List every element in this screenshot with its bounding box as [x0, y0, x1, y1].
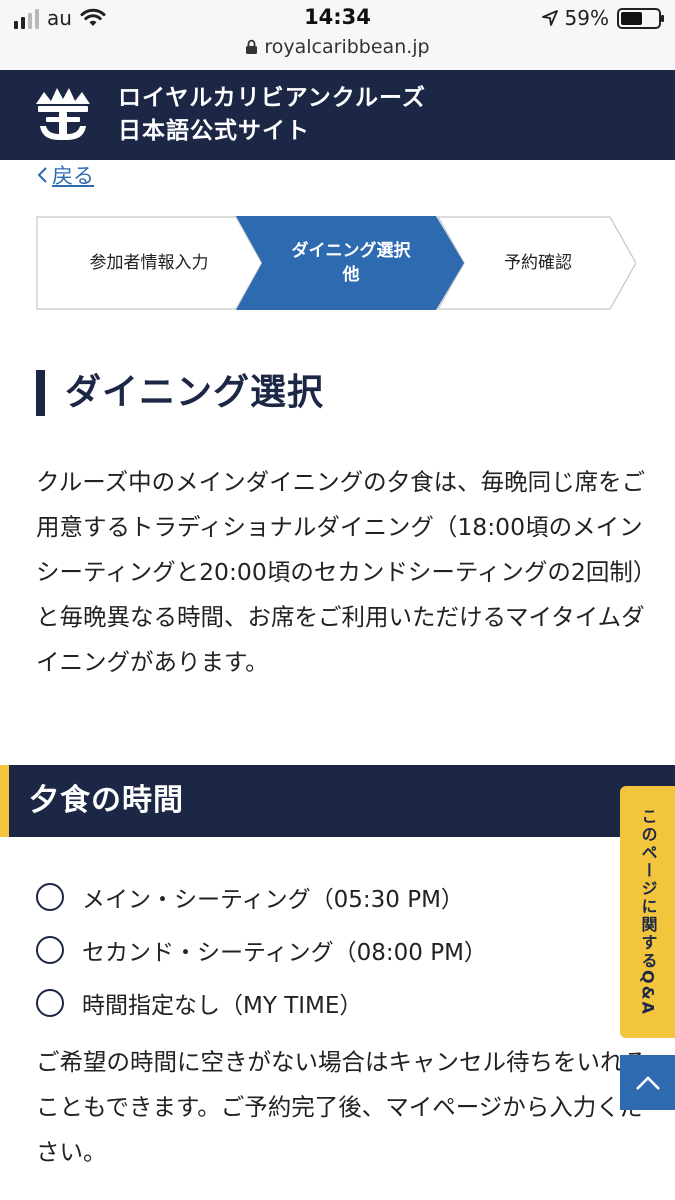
option-my-time[interactable]: 時間指定なし（MY TIME）: [36, 976, 596, 1029]
chevron-left-icon: [37, 167, 47, 183]
location-arrow-icon: [541, 10, 558, 26]
option-label: メイン・シーティング（05:30 PM）: [82, 886, 464, 913]
radio-button[interactable]: [36, 935, 64, 964]
chevron-up-icon: [635, 1075, 660, 1090]
status-right: 59%: [541, 6, 664, 30]
progress-stepper: 参加者情報入力 ダイニング選択 他 予約確認: [36, 216, 636, 310]
dinner-time-header: 夕食の時間: [0, 765, 675, 837]
intro-text: クルーズ中のメインダイニングの夕食は、毎晩同じ席をご用意するトラディショナルダイ…: [36, 468, 646, 676]
qa-side-tab-label: このページに関するQ&A: [638, 808, 658, 1016]
scroll-to-top-button[interactable]: [620, 1055, 675, 1110]
battery-icon: [617, 7, 664, 29]
address-bar[interactable]: royalcaribbean.jp: [0, 36, 675, 58]
option-second-seating[interactable]: セカンド・シーティング（08:00 PM）: [36, 923, 596, 976]
radio-button[interactable]: [36, 988, 64, 1017]
battery-percent: 59%: [564, 6, 609, 30]
waitlist-note: ご希望の時間に空きがない場合はキャンセル待ちをいれることもできます。ご予約完了後…: [36, 1048, 647, 1166]
step-3-label: 予約確認: [504, 253, 572, 273]
radio-button[interactable]: [36, 882, 64, 911]
step-1-label: 参加者情報入力: [89, 253, 209, 273]
url-text: royalcaribbean.jp: [264, 36, 430, 58]
step-2-label: ダイニング選択 他: [291, 241, 411, 285]
dinner-time-title: 夕食の時間: [29, 783, 184, 818]
section-title: ダイニング選択: [36, 370, 324, 416]
back-link[interactable]: 戻る: [36, 160, 94, 190]
site-header: ロイヤルカリビアンクルーズ 日本語公式サイト: [0, 70, 675, 160]
option-label: セカンド・シーティング（08:00 PM）: [82, 939, 487, 966]
option-label: 時間指定なし（MY TIME）: [82, 992, 363, 1019]
option-main-seating[interactable]: メイン・シーティング（05:30 PM）: [36, 870, 596, 923]
brand-line-2: 日本語公式サイト: [118, 118, 310, 144]
brand-name[interactable]: ロイヤルカリビアンクルーズ 日本語公式サイト: [118, 82, 426, 148]
crown-anchor-logo[interactable]: [32, 84, 94, 146]
qa-side-tab[interactable]: このページに関するQ&A: [620, 786, 675, 1038]
lock-icon: [246, 39, 258, 54]
dinner-options: メイン・シーティング（05:30 PM） セカンド・シーティング（08:00 P…: [36, 870, 596, 1029]
brand-line-1: ロイヤルカリビアンクルーズ: [118, 85, 426, 111]
back-link-label: 戻る: [52, 164, 94, 188]
battery-level: [621, 11, 642, 25]
status-bar: au 14:34 59% royalcaribbean.jp: [0, 0, 675, 70]
